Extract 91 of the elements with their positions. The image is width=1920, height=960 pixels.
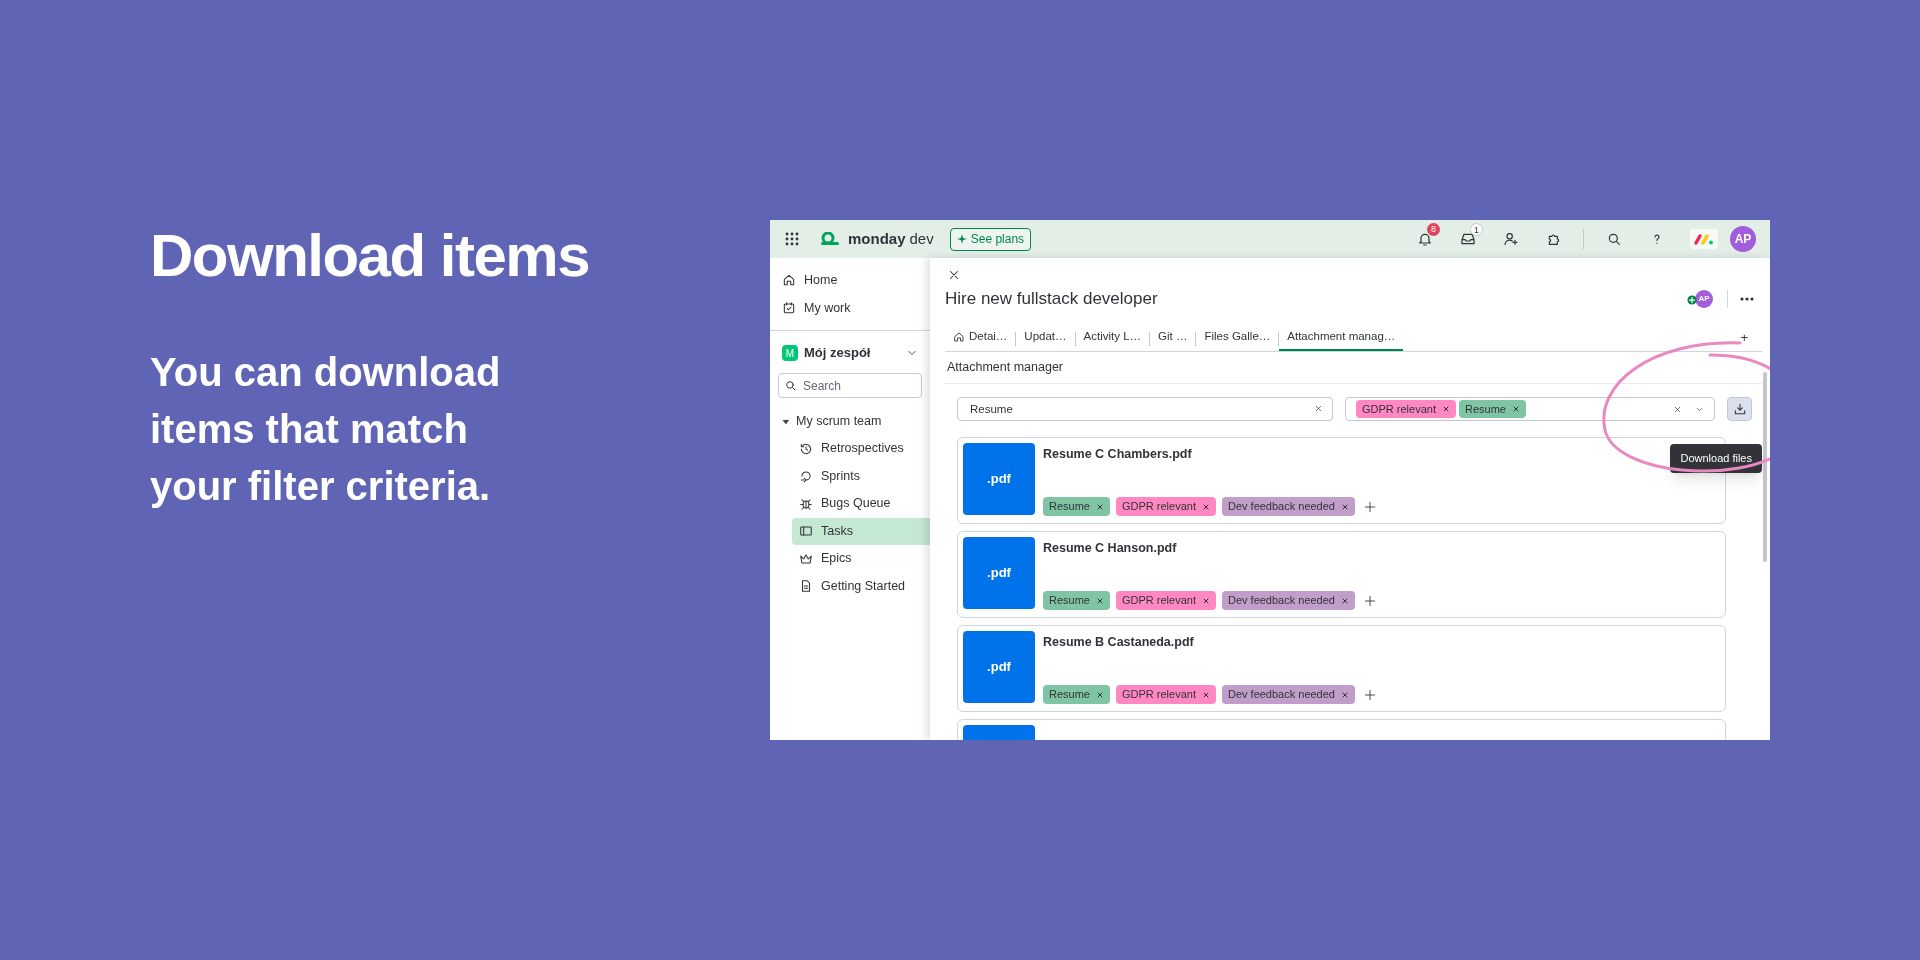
add-person-icon[interactable] xyxy=(1502,231,1519,247)
remove-icon xyxy=(1442,405,1450,413)
sidebar-nav-item[interactable]: My work xyxy=(770,294,930,322)
sidebar-item[interactable]: Retrospectives xyxy=(792,435,930,463)
document-icon xyxy=(799,579,813,594)
remove-icon xyxy=(1341,502,1349,511)
filter-chip: GDPR relevant xyxy=(1356,400,1456,418)
apps-grid-icon[interactable] xyxy=(784,231,800,247)
remove-icon xyxy=(1201,596,1210,605)
inbox-icon[interactable] xyxy=(1459,231,1476,247)
section-title: Attachment manager xyxy=(945,352,1762,384)
count-badge: 8 xyxy=(1427,223,1440,236)
tab[interactable]: Activity L… xyxy=(1075,325,1150,351)
file-tag: GDPR relevant xyxy=(1115,685,1216,704)
home-icon xyxy=(953,331,965,343)
file-thumbnail: .pdf xyxy=(963,631,1035,703)
more-icon[interactable] xyxy=(1740,297,1754,301)
add-tag-icon xyxy=(1363,499,1377,514)
file-tag: Resume xyxy=(1043,497,1110,516)
subscriber-avatar[interactable]: AP xyxy=(1695,290,1713,308)
user-avatar[interactable]: AP xyxy=(1730,226,1756,252)
bug-icon xyxy=(799,496,813,511)
search-icon xyxy=(784,379,797,392)
home-icon xyxy=(782,273,796,287)
remove-icon xyxy=(1341,690,1349,699)
file-tag: Resume xyxy=(1043,591,1110,610)
see-plans-button[interactable]: See plans xyxy=(949,227,1032,251)
bell-icon[interactable] xyxy=(1416,231,1433,247)
sidebar-item[interactable]: Bugs Queue xyxy=(792,490,930,518)
sidebar-item[interactable]: Getting Started xyxy=(792,572,930,600)
search-field[interactable]: Search xyxy=(778,373,922,398)
history-icon xyxy=(799,441,813,456)
logo-suffix: dev xyxy=(909,228,934,249)
file-thumbnail: .pdf xyxy=(963,537,1035,609)
calendar-check-icon xyxy=(782,301,796,315)
filter-chip: Resume xyxy=(1459,400,1526,418)
file-tag: GDPR relevant xyxy=(1115,497,1216,516)
tab[interactable]: Updat… xyxy=(1016,325,1075,351)
sidebar-item[interactable]: Epics xyxy=(792,545,930,573)
add-tag-icon xyxy=(1363,687,1377,702)
promo-text: You can download items that match your filter criteria. xyxy=(150,349,502,510)
tooltip: Download files xyxy=(1670,444,1762,473)
file-tag: Dev feedback needed xyxy=(1221,685,1355,704)
file-card[interactable]: .pdf Resume B Castaneda.pdf Resume GDPR relevant Dev feedback needed xyxy=(957,625,1726,712)
workspace-icon: M xyxy=(782,345,798,361)
file-tag: Dev feedback needed xyxy=(1221,497,1355,516)
sidebar-item[interactable]: Sprints xyxy=(792,462,930,490)
file-tag: Resume xyxy=(1043,685,1110,704)
workspace-selector[interactable]: M Mój zespół xyxy=(770,339,930,367)
file-tag: Dev feedback needed xyxy=(1221,591,1355,610)
remove-icon xyxy=(1511,405,1520,413)
scrollbar[interactable] xyxy=(1763,372,1767,562)
file-card[interactable]: .pdf Resume C Hanson.pdf Resume GDPR relevant Dev feedback needed xyxy=(957,531,1726,618)
sidebar-nav-item[interactable]: Home xyxy=(770,266,930,294)
item-title: Hire new fullstack developer xyxy=(945,288,1158,311)
download-icon xyxy=(1732,402,1747,416)
file-name: Resume C Hanson.pdf xyxy=(1043,540,1178,557)
file-thumbnail: .pdf xyxy=(963,443,1035,515)
app-logo-icon xyxy=(1690,229,1718,249)
file-name: Resume C Chambers.pdf xyxy=(1043,446,1193,463)
remove-icon xyxy=(1341,596,1349,605)
tab[interactable]: Git … xyxy=(1150,325,1196,351)
remove-icon xyxy=(1095,690,1104,699)
tag-filter-field[interactable]: GDPR relevant Resume xyxy=(1345,397,1715,421)
board-icon xyxy=(799,524,813,539)
remove-icon xyxy=(1201,502,1210,511)
search-field[interactable]: Resume xyxy=(957,397,1333,421)
workspace-name: Mój zespół xyxy=(804,344,872,363)
logo-text: monday xyxy=(848,228,906,249)
sidebar-item[interactable]: Tasks xyxy=(792,517,930,545)
sparkle-icon xyxy=(956,234,967,244)
add-tab-button[interactable]: + xyxy=(1726,325,1762,351)
tab[interactable]: Detai… xyxy=(945,325,1016,351)
add-tag-icon xyxy=(1363,593,1377,608)
tab[interactable]: Files Galle… xyxy=(1196,325,1279,351)
remove-icon xyxy=(1095,502,1104,511)
logo-icon xyxy=(820,232,840,246)
caret-icon xyxy=(782,417,790,426)
remove-icon xyxy=(1095,596,1104,605)
count-badge: 1 xyxy=(1470,223,1483,236)
download-button[interactable] xyxy=(1727,397,1752,421)
sprint-icon xyxy=(799,469,813,484)
file-name: Resume B Castaneda.pdf xyxy=(1043,634,1195,651)
clear-icon xyxy=(1314,404,1323,413)
folder-row[interactable]: My scrum team xyxy=(770,408,930,435)
remove-icon xyxy=(1201,690,1210,699)
clear-icon xyxy=(1673,404,1682,414)
file-tag: GDPR relevant xyxy=(1115,591,1216,610)
plus-badge-icon xyxy=(1687,295,1697,305)
tab[interactable]: Attachment manag… xyxy=(1279,325,1404,351)
headline: Download items xyxy=(150,221,591,291)
